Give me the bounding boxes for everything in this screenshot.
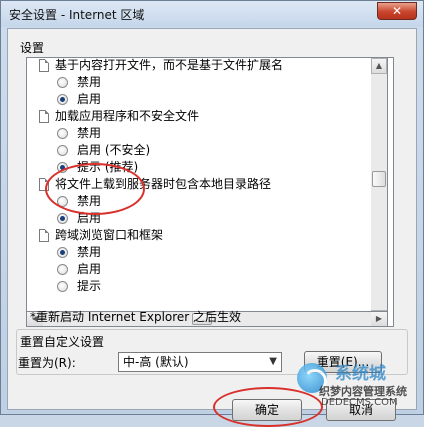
ok-button[interactable]: 确定	[232, 399, 302, 421]
radio-button[interactable]	[57, 128, 68, 139]
scroll-up-arrow-icon[interactable]: ▲	[371, 58, 387, 74]
scroll-right-arrow-icon[interactable]: ▶	[371, 312, 387, 326]
vertical-scrollbar[interactable]: ▲ ▼	[371, 57, 388, 327]
document-icon	[39, 59, 49, 72]
reset-to-label: 重置为(R):	[18, 356, 76, 370]
scroll-thumb[interactable]	[372, 171, 386, 187]
radio-button[interactable]	[57, 94, 68, 105]
document-icon	[39, 110, 49, 123]
option-label: 禁用	[77, 126, 102, 140]
watermark-brand: 系统城	[335, 364, 386, 384]
security-settings-dialog: 安全设置 - Internet 区域 ✕ 设置 基于内容打开文件，而不是基于文件…	[0, 0, 424, 427]
selected-level: 中-高 (默认)	[123, 355, 189, 369]
option-label: 启用	[77, 262, 102, 276]
option-label: 启用	[77, 211, 102, 225]
option-label: 提示	[77, 279, 102, 293]
radio-button[interactable]	[57, 281, 68, 292]
option-label: 禁用	[77, 245, 102, 259]
reset-group-title: 重置自定义设置	[18, 333, 107, 350]
section-title: 加载应用程序和不安全文件	[55, 109, 200, 123]
chevron-down-icon: ▼	[269, 356, 277, 367]
dialog-body: 设置 基于内容打开文件，而不是基于文件扩展名 禁用 启用 加载应用程序和不安全文…	[7, 28, 417, 421]
section-title: 将文件上载到服务器时包含本地目录路径	[55, 177, 272, 191]
settings-group-label: 设置	[20, 41, 45, 55]
security-level-select[interactable]: 中-高 (默认) ▼	[118, 352, 282, 372]
radio-button[interactable]	[57, 77, 68, 88]
radio-button[interactable]	[57, 145, 68, 156]
restart-note: *重新启动 Internet Explorer 之后生效	[30, 310, 242, 324]
radio-button[interactable]	[57, 247, 68, 258]
close-button[interactable]: ✕	[377, 2, 417, 20]
option-label: 启用 (不安全)	[77, 143, 151, 157]
option-label: 禁用	[77, 194, 102, 208]
title-bar[interactable]: 安全设置 - Internet 区域 ✕	[1, 1, 423, 27]
section-title: 基于内容打开文件，而不是基于文件扩展名	[55, 58, 284, 72]
radio-button[interactable]	[57, 196, 68, 207]
close-icon: ✕	[391, 4, 403, 18]
section-title: 跨域浏览窗口和框架	[55, 228, 164, 242]
option-label: 禁用	[77, 75, 102, 89]
radio-button[interactable]	[57, 264, 68, 275]
option-label: 启用	[77, 92, 102, 106]
radio-button[interactable]	[57, 213, 68, 224]
radio-button[interactable]	[57, 162, 68, 173]
document-icon	[39, 229, 49, 242]
option-label: 提示 (推荐)	[77, 160, 139, 174]
document-icon	[39, 178, 49, 191]
settings-tree[interactable]: 基于内容打开文件，而不是基于文件扩展名 禁用 启用 加载应用程序和不安全文件 禁…	[26, 57, 394, 327]
dialog-title: 安全设置 - Internet 区域	[9, 8, 145, 22]
watermark-domain: DEDECMS.COM	[321, 397, 398, 408]
